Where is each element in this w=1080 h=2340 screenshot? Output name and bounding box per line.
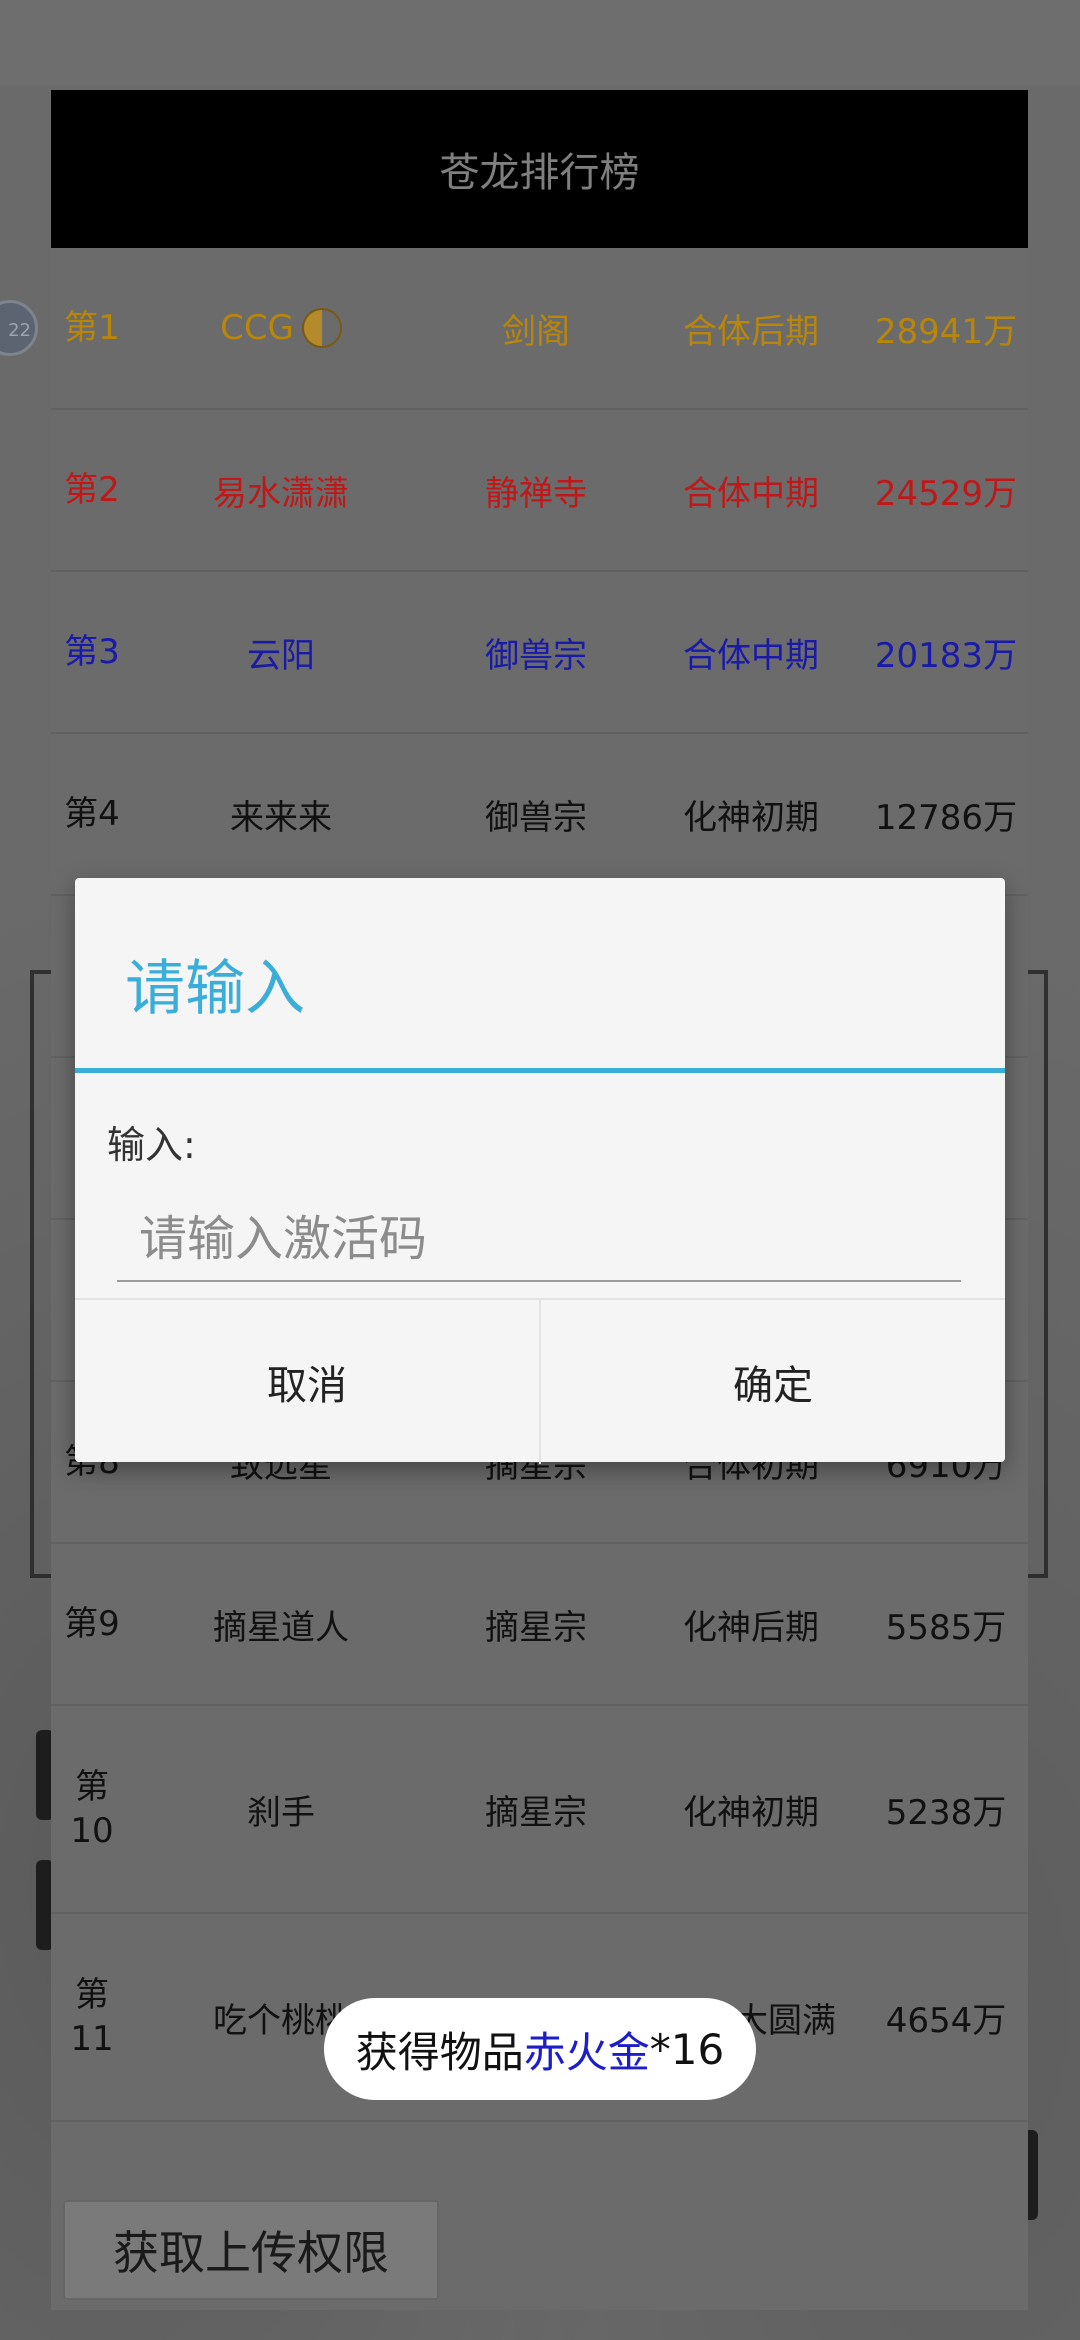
power-cell-text: 4654万: [885, 2000, 1007, 2041]
confirm-button[interactable]: 确定: [539, 1300, 1005, 1464]
realm-cell-text: 化神后期: [683, 1607, 819, 1648]
sect-cell: 御兽宗: [451, 572, 621, 732]
rank-cell-text: 第1: [64, 307, 120, 348]
leaderboard-title: 苍龙排行榜: [439, 150, 640, 196]
player-name-cell: 云阳: [161, 572, 401, 732]
realm-cell: 化神初期: [641, 1706, 861, 1912]
activation-code-input[interactable]: [117, 1198, 961, 1282]
sect-cell: 摘星宗: [451, 1706, 621, 1912]
leaderboard-row[interactable]: 第10 刹手 摘星宗 化神初期 5238万: [51, 1706, 1028, 1914]
power-cell: 28941万: [851, 248, 1041, 408]
realm-cell: 化神后期: [641, 1544, 861, 1704]
power-cell: 5585万: [851, 1544, 1041, 1704]
player-name-cell-text: 摘星道人: [213, 1607, 349, 1648]
rank-cell-text: 第11: [70, 1974, 114, 2059]
realm-cell-text: 化神初期: [683, 797, 819, 838]
power-cell: 20183万: [851, 572, 1041, 732]
player-name-cell: 来来来: [161, 734, 401, 894]
dialog-divider: [75, 1068, 1005, 1073]
dialog-title: 请输入: [125, 954, 305, 1024]
rank-cell-text: 第4: [64, 793, 120, 834]
leaderboard-row[interactable]: 第1 CCG 剑阁 合体后期 28941万: [51, 248, 1028, 410]
side-badge-text: 22: [8, 320, 31, 341]
realm-cell: 化神初期: [641, 734, 861, 894]
rank-cell: 第1: [51, 248, 121, 408]
input-dialog: 请输入 输入: 取消 确定: [75, 878, 1005, 1464]
toast-suffix: *16: [649, 2024, 725, 2074]
sect-cell-text: 静禅寺: [485, 473, 587, 514]
power-cell-text: 5238万: [885, 1792, 1007, 1833]
rank-cell-text: 第10: [70, 1766, 114, 1851]
realm-cell-text: 合体中期: [683, 473, 819, 514]
sect-cell: 剑阁: [451, 248, 621, 408]
realm-cell: 合体中期: [641, 410, 861, 570]
power-cell-text: 28941万: [874, 311, 1018, 352]
item-obtained-toast: 获得物品 赤火金 *16: [324, 1998, 756, 2100]
player-name-cell-text: 云阳: [247, 635, 315, 676]
power-cell: 24529万: [851, 410, 1041, 570]
player-name-cell: 摘星道人: [161, 1544, 401, 1704]
rank-cell: 第9: [51, 1544, 121, 1704]
realm-cell-text: 化神初期: [683, 1792, 819, 1833]
sect-cell-text: 摘星宗: [485, 1607, 587, 1648]
rank-cell: 第2: [51, 410, 121, 570]
player-name-cell: 易水潇潇: [161, 410, 401, 570]
dialog-button-row: 取消 确定: [75, 1298, 1005, 1464]
sect-cell-text: 御兽宗: [485, 797, 587, 838]
realm-cell: 合体中期: [641, 572, 861, 732]
rank-cell: 第11: [51, 1914, 121, 2120]
rank-cell: 第4: [51, 734, 121, 894]
get-upload-permission-button[interactable]: 获取上传权限: [63, 2200, 439, 2300]
rank-cell: 第3: [51, 572, 121, 732]
leaderboard-row[interactable]: 第3 云阳 御兽宗 合体中期 20183万: [51, 572, 1028, 734]
sect-cell: 摘星宗: [451, 1544, 621, 1704]
yin-yang-icon: [301, 308, 342, 348]
leaderboard-header: 苍龙排行榜: [51, 90, 1028, 248]
power-cell: 5238万: [851, 1706, 1041, 1912]
player-name-cell: CCG: [161, 248, 401, 408]
power-cell-text: 5585万: [885, 1607, 1007, 1648]
realm-cell-text: 合体中期: [683, 635, 819, 676]
sect-cell-text: 御兽宗: [485, 635, 587, 676]
player-name-cell-text: 来来来: [230, 797, 332, 838]
power-cell-text: 24529万: [874, 473, 1018, 514]
rank-cell: 第10: [51, 1706, 121, 1912]
toast-item-name: 赤火金: [523, 2027, 650, 2077]
rank-cell-text: 第2: [64, 469, 120, 510]
leaderboard-row[interactable]: 第2 易水潇潇 静禅寺 合体中期 24529万: [51, 410, 1028, 572]
sect-cell-text: 摘星宗: [485, 1792, 587, 1833]
player-name-cell: 刹手: [161, 1706, 401, 1912]
power-cell: 12786万: [851, 734, 1041, 894]
leaderboard-row[interactable]: 第9 摘星道人 摘星宗 化神后期 5585万: [51, 1544, 1028, 1706]
status-bar: [0, 0, 1080, 88]
power-cell-text: 12786万: [874, 797, 1018, 838]
player-name-cell-text: CCG: [220, 308, 294, 348]
player-name-cell-text: 刹手: [247, 1792, 315, 1833]
sect-cell-text: 剑阁: [502, 311, 570, 352]
dialog-input-label: 输入:: [107, 1123, 196, 1167]
sect-cell: 御兽宗: [451, 734, 621, 894]
rank-cell-text: 第3: [64, 631, 120, 672]
player-name-cell-text: 易水潇潇: [213, 473, 349, 514]
cancel-button[interactable]: 取消: [75, 1300, 539, 1464]
toast-prefix: 获得物品: [355, 2027, 524, 2077]
realm-cell-text: 合体后期: [683, 311, 819, 352]
leaderboard-row[interactable]: 第4 来来来 御兽宗 化神初期 12786万: [51, 734, 1028, 896]
sect-cell: 静禅寺: [451, 410, 621, 570]
power-cell: 4654万: [851, 1914, 1041, 2120]
realm-cell: 合体后期: [641, 248, 861, 408]
rank-cell-text: 第9: [64, 1603, 120, 1644]
power-cell-text: 20183万: [874, 635, 1018, 676]
